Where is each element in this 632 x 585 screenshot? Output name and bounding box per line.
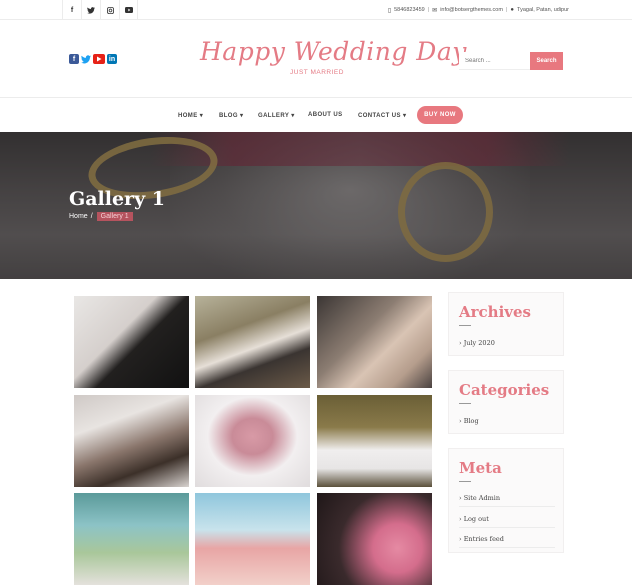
rings-in-hand-photo[interactable] xyxy=(317,296,432,388)
search-button[interactable]: Search xyxy=(530,52,563,70)
nav-item-label: GALLERY xyxy=(258,113,290,119)
logo-title[interactable]: Happy Wedding Day xyxy=(200,37,466,66)
chevron-down-icon: ▾ xyxy=(291,113,295,119)
address: Tyagal, Patan, udipur xyxy=(517,7,569,13)
chevron-right-icon: › xyxy=(459,494,462,502)
widget-title: Categories xyxy=(459,381,550,399)
nav-item-label: ABOUT US xyxy=(308,112,343,118)
nav-item-label: HOME xyxy=(178,113,198,119)
nav-item-contact-us[interactable]: CONTACT US ▾ xyxy=(358,112,406,119)
youtube-icon[interactable] xyxy=(93,54,105,64)
category-link-blog[interactable]: › Blog xyxy=(459,417,479,425)
bride-bouquet-photo[interactable] xyxy=(74,296,189,388)
main-nav: HOME ▾ BLOG ▾ GALLERY ▾ ABOUT US CONTACT… xyxy=(0,98,632,132)
divider xyxy=(459,547,555,548)
email-icon: ✉ xyxy=(432,7,438,14)
chevron-right-icon: › xyxy=(459,535,462,543)
site-logo[interactable]: Happy Wedding Day JUST MARRIED xyxy=(200,37,466,76)
divider: | xyxy=(505,7,508,13)
email-address[interactable]: info@botsergthemes.com xyxy=(440,7,503,13)
archives-widget: Archives › July 2020 xyxy=(448,292,564,356)
divider: | xyxy=(427,7,430,13)
widget-title: Meta xyxy=(459,459,502,477)
nav-item-about-us[interactable]: ABOUT US xyxy=(308,112,343,118)
location-icon: ● xyxy=(510,7,515,13)
outdoor-ceremony-photo[interactable] xyxy=(74,493,189,585)
chevron-down-icon: ▾ xyxy=(199,113,204,119)
facebook-icon[interactable]: f xyxy=(69,54,79,64)
breadcrumb-home[interactable]: Home xyxy=(69,213,88,220)
meta-link-site-admin[interactable]: › Site Admin xyxy=(459,494,500,502)
archive-link-july-2020[interactable]: › July 2020 xyxy=(459,339,495,347)
contact-info: ▯ 5846823459 | ✉ info@botsergthemes.com … xyxy=(388,0,569,20)
linkedin-icon[interactable]: in xyxy=(107,54,117,64)
site-header: f in Happy Wedding Day JUST MARRIED Sear… xyxy=(0,20,632,98)
nav-item-label: CONTACT US xyxy=(358,113,401,119)
buy-now-button[interactable]: BUY NOW xyxy=(417,106,463,124)
divider xyxy=(459,403,471,404)
chevron-right-icon: › xyxy=(459,417,462,425)
top-bar: f ▯ 5846823459 | ✉ info@botsergthemes.co… xyxy=(0,0,632,20)
phone-number[interactable]: 5846823459 xyxy=(394,7,425,13)
couple-floral-arch-photo[interactable] xyxy=(195,296,310,388)
breadcrumb-current: Gallery 1 xyxy=(96,212,133,221)
meta-link-entries-feed[interactable]: › Entries feed xyxy=(459,535,504,543)
nav-item-home[interactable]: HOME ▾ xyxy=(178,112,203,119)
search-form: Search xyxy=(459,52,563,70)
categories-widget: Categories › Blog xyxy=(448,370,564,434)
breadcrumb-separator: / xyxy=(90,213,93,220)
chevron-down-icon: ▾ xyxy=(402,113,407,119)
header-social-links: f in xyxy=(69,54,117,64)
facebook-icon[interactable]: f xyxy=(62,0,81,20)
link-label: Log out xyxy=(463,515,489,523)
search-input[interactable] xyxy=(459,52,530,70)
couple-veil-kiss-photo[interactable] xyxy=(74,395,189,487)
link-label: Site Admin xyxy=(463,494,501,502)
chevron-right-icon: › xyxy=(459,515,462,523)
top-social-links: f xyxy=(62,0,138,20)
meta-link-log-out[interactable]: › Log out xyxy=(459,515,489,523)
phone-icon: ▯ xyxy=(387,7,392,14)
breadcrumb: Home / Gallery 1 xyxy=(69,212,133,221)
rings-on-pillow-photo[interactable] xyxy=(195,395,310,487)
link-label: Entries feed xyxy=(463,535,504,543)
nav-item-gallery[interactable]: GALLERY ▾ xyxy=(258,112,295,119)
pink-flowers-photo[interactable] xyxy=(317,493,432,585)
link-label: July 2020 xyxy=(463,339,495,347)
beach-ceremony-photo[interactable] xyxy=(195,493,310,585)
twitter-icon[interactable] xyxy=(81,54,91,64)
divider xyxy=(459,527,555,528)
nav-item-blog[interactable]: BLOG ▾ xyxy=(219,112,243,119)
divider xyxy=(459,325,471,326)
bride-sitting-photo[interactable] xyxy=(317,395,432,487)
meta-widget: Meta › Site Admin › Log out › Entries fe… xyxy=(448,448,564,553)
divider xyxy=(459,481,471,482)
divider xyxy=(459,506,555,507)
nav-item-label: BLOG xyxy=(219,113,238,119)
instagram-icon[interactable] xyxy=(100,0,119,20)
link-label: Blog xyxy=(463,417,479,425)
logo-tagline: JUST MARRIED xyxy=(290,69,344,76)
youtube-icon[interactable] xyxy=(119,0,138,20)
page-title: Gallery 1 xyxy=(69,188,165,210)
chevron-right-icon: › xyxy=(459,339,462,347)
twitter-icon[interactable] xyxy=(81,0,100,20)
chevron-down-icon: ▾ xyxy=(240,113,244,119)
widget-title: Archives xyxy=(459,303,531,321)
